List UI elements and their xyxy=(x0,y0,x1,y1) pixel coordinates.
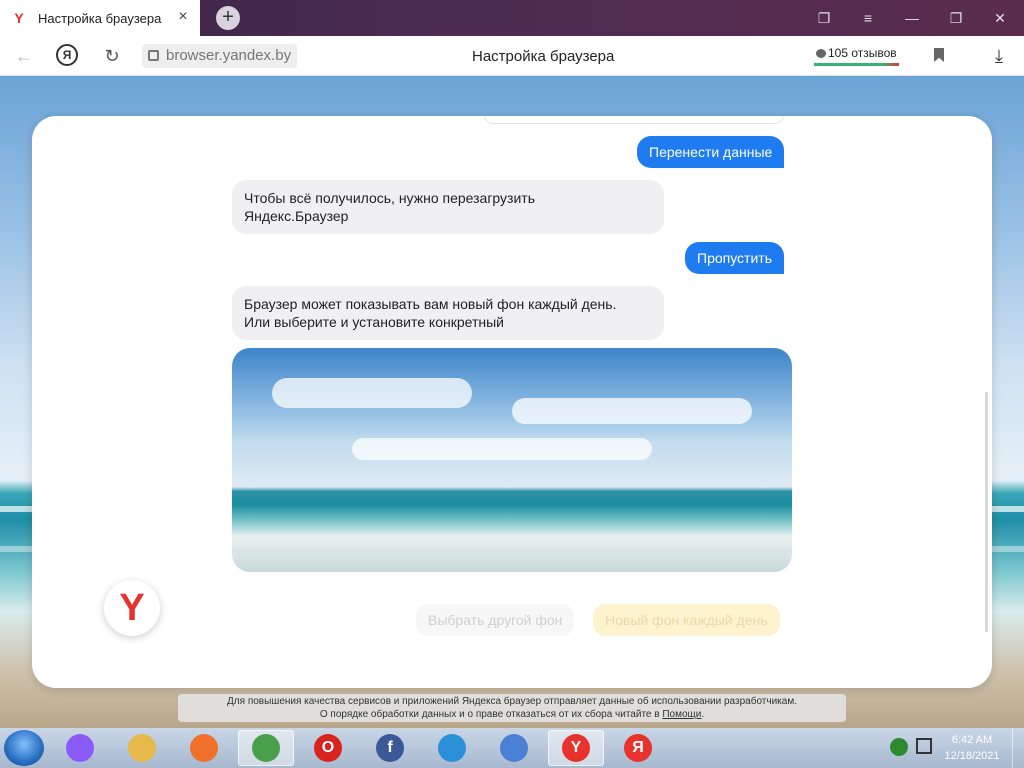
background-preview-image[interactable] xyxy=(232,348,792,572)
clock-date: 12/18/2021 xyxy=(944,750,1000,762)
user-message: Пропустить xyxy=(685,242,784,274)
yandex-icon: Я xyxy=(624,734,652,762)
bot-message: Чтобы всё получилось, нужно перезагрузит… xyxy=(232,180,664,234)
tab-title: Настройка браузера xyxy=(38,10,162,26)
notice-line: О порядке обработки данных и о праве отк… xyxy=(178,708,846,721)
torrent-tray-icon[interactable] xyxy=(890,738,908,756)
new-tab-button[interactable]: + xyxy=(216,6,240,30)
reload-button[interactable]: ↻ xyxy=(100,44,124,68)
help-link[interactable]: Помощи xyxy=(662,709,701,720)
taskbar-file-explorer-button[interactable] xyxy=(114,730,170,766)
minimize-button[interactable]: — xyxy=(890,0,934,36)
restore-button[interactable]: ❐ xyxy=(934,0,978,36)
notice-text: О порядке обработки данных и о праве отк… xyxy=(319,709,660,720)
comment-icon xyxy=(816,49,826,58)
download-icon[interactable]: ⤓ xyxy=(990,46,1008,66)
choose-other-background-button[interactable]: Выбрать другой фон xyxy=(416,604,575,636)
taskbar-chromium-button[interactable] xyxy=(486,730,542,766)
scrollbar[interactable] xyxy=(985,392,988,632)
yandex-favicon-icon: Y xyxy=(14,10,24,26)
start-button[interactable] xyxy=(4,730,44,766)
edge-icon xyxy=(438,734,466,762)
firefox-icon xyxy=(190,734,218,762)
alice-icon xyxy=(66,734,94,762)
taskbar-chrome-button[interactable] xyxy=(238,730,294,766)
reviews-count: 105 отзывов xyxy=(828,46,897,60)
menu-icon[interactable]: ≡ xyxy=(846,0,890,36)
taskbar-yandex-button[interactable]: Я xyxy=(610,730,666,766)
clock-time: 6:42 AM xyxy=(951,734,993,746)
close-tab-icon[interactable]: × xyxy=(176,9,190,25)
collections-icon[interactable]: ❐ xyxy=(802,0,846,36)
bot-message-line: Чтобы всё получилось, нужно перезагрузит… xyxy=(244,190,536,206)
taskbar: Of Y Я 6:42 AM 12/18/2021 xyxy=(0,728,1024,768)
previous-message-edge xyxy=(484,116,784,124)
taskbar-opera-button[interactable]: O xyxy=(300,730,356,766)
cloud xyxy=(352,438,652,460)
yandex-assistant-avatar: Y xyxy=(104,580,160,636)
close-window-button[interactable]: ✕ xyxy=(978,0,1022,36)
clock[interactable]: 6:42 AM 12/18/2021 xyxy=(940,732,1004,764)
bot-message: Браузер может показывать вам новый фон к… xyxy=(232,286,664,340)
back-button[interactable]: ← xyxy=(12,44,36,68)
page-title: Настройка браузера xyxy=(472,48,615,65)
taskbar-edge-button[interactable] xyxy=(424,730,480,766)
yandex-browser-icon: Y xyxy=(562,734,590,762)
data-usage-notice: Для повышения качества сервисов и прилож… xyxy=(178,694,846,722)
facebook-icon: f xyxy=(376,734,404,762)
lock-icon xyxy=(148,50,159,61)
new-background-daily-button[interactable]: Новый фон каждый день xyxy=(593,604,780,636)
notice-line: Для повышения качества сервисов и прилож… xyxy=(227,696,797,707)
taskbar-facebook-button[interactable]: f xyxy=(362,730,418,766)
opera-icon: O xyxy=(314,734,342,762)
bookmark-icon[interactable] xyxy=(934,48,944,62)
setup-dialog: Перенести данные Чтобы всё получилось, н… xyxy=(32,116,992,688)
yandex-button[interactable]: Я xyxy=(56,44,78,66)
bot-message-line: Яндекс.Браузер xyxy=(244,208,349,224)
show-desktop-button[interactable] xyxy=(1012,728,1024,768)
bot-message-line: Браузер может показывать вам новый фон к… xyxy=(244,296,617,312)
chrome-icon xyxy=(252,734,280,762)
cloud xyxy=(512,398,752,424)
notice-end: . xyxy=(701,709,705,720)
url-field[interactable]: browser.yandex.by xyxy=(142,44,298,68)
reviews-badge[interactable]: 105 отзывов xyxy=(814,44,899,66)
taskbar-yandex-browser-button[interactable]: Y xyxy=(548,730,604,766)
cloud xyxy=(272,378,472,408)
bot-message-line: Или выберите и установите конкретный xyxy=(244,314,504,330)
taskbar-firefox-button[interactable] xyxy=(176,730,232,766)
browser-tab[interactable]: Y Настройка браузера × xyxy=(0,0,200,36)
file-explorer-icon xyxy=(128,734,156,762)
title-bar: Y Настройка браузера × + ❐ ≡ — ❐ ✕ xyxy=(0,0,1024,36)
network-tray-icon[interactable] xyxy=(916,738,932,754)
address-bar: ← Я ↻ browser.yandex.by Настройка браузе… xyxy=(0,36,1024,76)
user-message: Перенести данные xyxy=(637,136,785,168)
taskbar-alice-button[interactable] xyxy=(52,730,108,766)
url-text: browser.yandex.by xyxy=(166,47,292,64)
chromium-icon xyxy=(500,734,528,762)
